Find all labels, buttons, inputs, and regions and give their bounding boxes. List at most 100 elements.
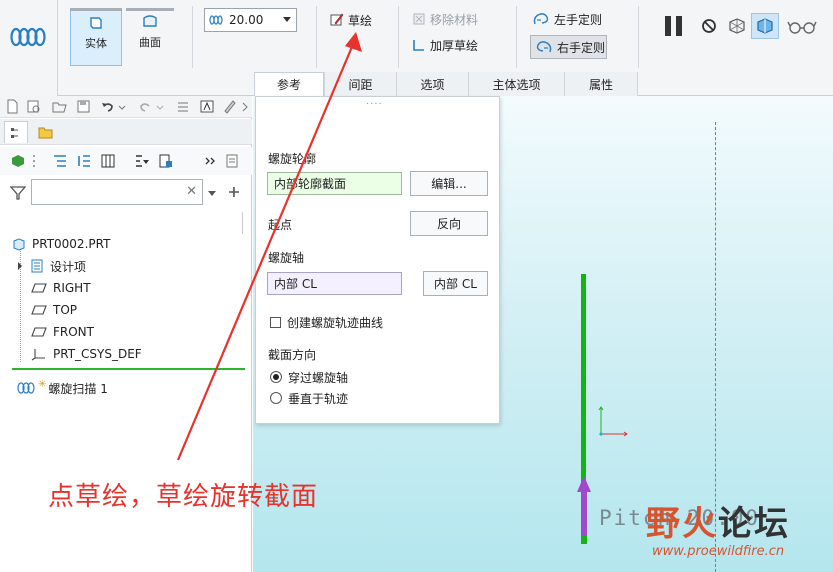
tree-item-right[interactable]: RIGHT bbox=[31, 278, 91, 298]
chevron-down-icon bbox=[283, 17, 291, 22]
left-hand-rule-button[interactable]: 左手定则 bbox=[532, 9, 602, 29]
radio-through-axis[interactable] bbox=[270, 371, 282, 383]
undo-icon[interactable] bbox=[100, 99, 115, 114]
notebook-icon[interactable] bbox=[224, 153, 240, 169]
open-folder-icon[interactable] bbox=[52, 99, 67, 114]
feature-preview-icon[interactable] bbox=[726, 16, 748, 36]
show-icon[interactable] bbox=[10, 153, 26, 169]
ribbon-divider bbox=[192, 6, 193, 68]
start-point-arrow-icon[interactable] bbox=[576, 476, 592, 544]
tab-options[interactable]: 选项 bbox=[396, 72, 468, 96]
profile-collector[interactable]: 内部轮廓截面 bbox=[267, 172, 402, 195]
navigator-tabs bbox=[0, 119, 252, 145]
tab-references[interactable]: 参考 bbox=[254, 72, 324, 96]
insert-here-marker[interactable] bbox=[12, 368, 245, 370]
tree-settings-icon[interactable] bbox=[158, 153, 174, 169]
ribbon-divider bbox=[398, 6, 399, 68]
reverse-button[interactable]: 反向 bbox=[410, 211, 488, 236]
tree-item-csys[interactable]: PRT_CSYS_DEF bbox=[31, 344, 142, 364]
filter-tree-icon[interactable] bbox=[134, 153, 150, 169]
create-curve-checkbox-row[interactable]: 创建螺旋轨迹曲线 bbox=[270, 313, 383, 331]
watermark-title-b: 论坛 bbox=[718, 504, 790, 544]
tab-pitch[interactable]: 间距 bbox=[324, 72, 396, 96]
solid-button[interactable]: 实体 bbox=[70, 8, 122, 66]
watermark-title: 野火论坛 bbox=[646, 496, 790, 545]
internal-cl-button[interactable]: 内部 CL bbox=[423, 271, 488, 296]
annotation-icon[interactable] bbox=[200, 99, 215, 114]
surface-button[interactable]: 曲面 bbox=[124, 8, 176, 66]
helical-sweep-icon bbox=[10, 27, 46, 47]
radio-through-axis-label: 穿过螺旋轴 bbox=[288, 370, 349, 385]
remove-material-button[interactable]: 移除材料 bbox=[412, 10, 478, 28]
tree-toolbar bbox=[0, 147, 252, 175]
tab-model-tree[interactable] bbox=[4, 121, 28, 143]
close-icon[interactable]: ✕ bbox=[186, 184, 197, 199]
watermark: 野火论坛 www.proewildfire.cn bbox=[646, 496, 832, 572]
open-drawing-icon[interactable] bbox=[26, 99, 41, 114]
chevron-double-right-icon[interactable] bbox=[204, 153, 216, 169]
start-point-label: 起点 bbox=[268, 218, 293, 232]
csys-triad-icon bbox=[598, 406, 628, 437]
tab-body-options[interactable]: 主体选项 bbox=[468, 72, 564, 96]
thicken-sketch-button[interactable]: 加厚草绘 bbox=[412, 36, 478, 54]
regenerate-icon[interactable] bbox=[176, 99, 191, 114]
surface-label: 曲面 bbox=[139, 36, 161, 49]
collapse-all-icon[interactable] bbox=[76, 153, 92, 169]
new-feature-asterisk-icon: ✳ bbox=[38, 378, 47, 390]
chevron-down-icon[interactable] bbox=[156, 99, 164, 114]
thicken-icon bbox=[413, 40, 424, 51]
references-panel: ···· 螺旋轮廓 内部轮廓截面 编辑... 起点 反向 螺旋轴 内部 CL 内… bbox=[255, 96, 500, 424]
tree-item-front[interactable]: FRONT bbox=[31, 322, 94, 342]
surface-icon bbox=[143, 15, 157, 27]
axis-collector[interactable]: 内部 CL bbox=[267, 272, 402, 295]
pitch-dropdown[interactable]: 20.00 bbox=[204, 8, 297, 32]
save-icon[interactable] bbox=[76, 99, 91, 114]
left-hand-helix-icon bbox=[533, 13, 549, 25]
columns-icon[interactable] bbox=[100, 153, 116, 169]
filter-icon[interactable] bbox=[10, 185, 26, 201]
model-tree-icon bbox=[11, 127, 18, 138]
tree-item-top[interactable]: TOP bbox=[31, 300, 77, 320]
sketch-button[interactable]: 草绘 bbox=[330, 10, 372, 30]
chevron-down-icon[interactable] bbox=[208, 189, 216, 197]
thicken-label: 加厚草绘 bbox=[430, 38, 479, 53]
tree-root[interactable]: PRT0002.PRT bbox=[12, 234, 110, 254]
no-geometry-icon[interactable] bbox=[700, 17, 718, 35]
right-hand-rule-button[interactable]: 右手定则 bbox=[530, 35, 607, 59]
datum-plane-icon bbox=[31, 305, 47, 315]
verify-icon bbox=[757, 18, 773, 34]
chevron-right-icon[interactable] bbox=[240, 99, 250, 114]
verify-mode-button[interactable] bbox=[751, 13, 779, 39]
radio-normal-trajectory[interactable] bbox=[270, 392, 282, 404]
chevron-right-icon[interactable] bbox=[16, 261, 24, 271]
sketch-label: 草绘 bbox=[348, 13, 373, 28]
create-curve-checkbox[interactable] bbox=[270, 316, 281, 328]
tab-folder-browser[interactable] bbox=[34, 121, 58, 143]
edit-button[interactable]: 编辑... bbox=[410, 171, 488, 196]
radio-normal-trajectory-row[interactable]: 垂直于轨迹 bbox=[270, 389, 348, 407]
pitch-icon bbox=[209, 15, 223, 25]
helical-sweep-icon bbox=[17, 382, 35, 394]
sketch-icon bbox=[330, 13, 344, 26]
tree-item-helical-sweep[interactable]: ✳ 螺旋扫描 1 bbox=[16, 378, 108, 398]
add-icon[interactable] bbox=[227, 185, 241, 199]
edit-icon[interactable] bbox=[222, 99, 237, 114]
expand-all-icon[interactable] bbox=[52, 153, 68, 169]
pause-icon[interactable] bbox=[662, 14, 686, 38]
section-orientation-label: 截面方向 bbox=[268, 348, 317, 362]
ribbon-feature-tab bbox=[0, 0, 58, 96]
dashboard-tabs: 参考 间距 选项 主体选项 属性 bbox=[254, 72, 638, 96]
radio-through-axis-row[interactable]: 穿过螺旋轴 bbox=[270, 368, 348, 386]
panel-grip-icon[interactable]: ···· bbox=[366, 99, 383, 110]
remove-material-icon bbox=[413, 13, 425, 25]
tab-properties[interactable]: 属性 bbox=[564, 72, 638, 96]
glasses-icon[interactable] bbox=[787, 18, 817, 36]
tree-item-design-items[interactable]: 设计项 bbox=[16, 256, 86, 276]
chevron-down-icon[interactable] bbox=[118, 99, 126, 114]
coordinate-system-icon bbox=[31, 349, 45, 361]
pitch-value: 20.00 bbox=[229, 13, 264, 27]
search-input[interactable]: ✕ bbox=[31, 179, 203, 205]
new-file-icon[interactable] bbox=[5, 99, 20, 114]
redo-icon[interactable] bbox=[138, 99, 153, 114]
right-hand-label: 右手定则 bbox=[557, 40, 606, 55]
